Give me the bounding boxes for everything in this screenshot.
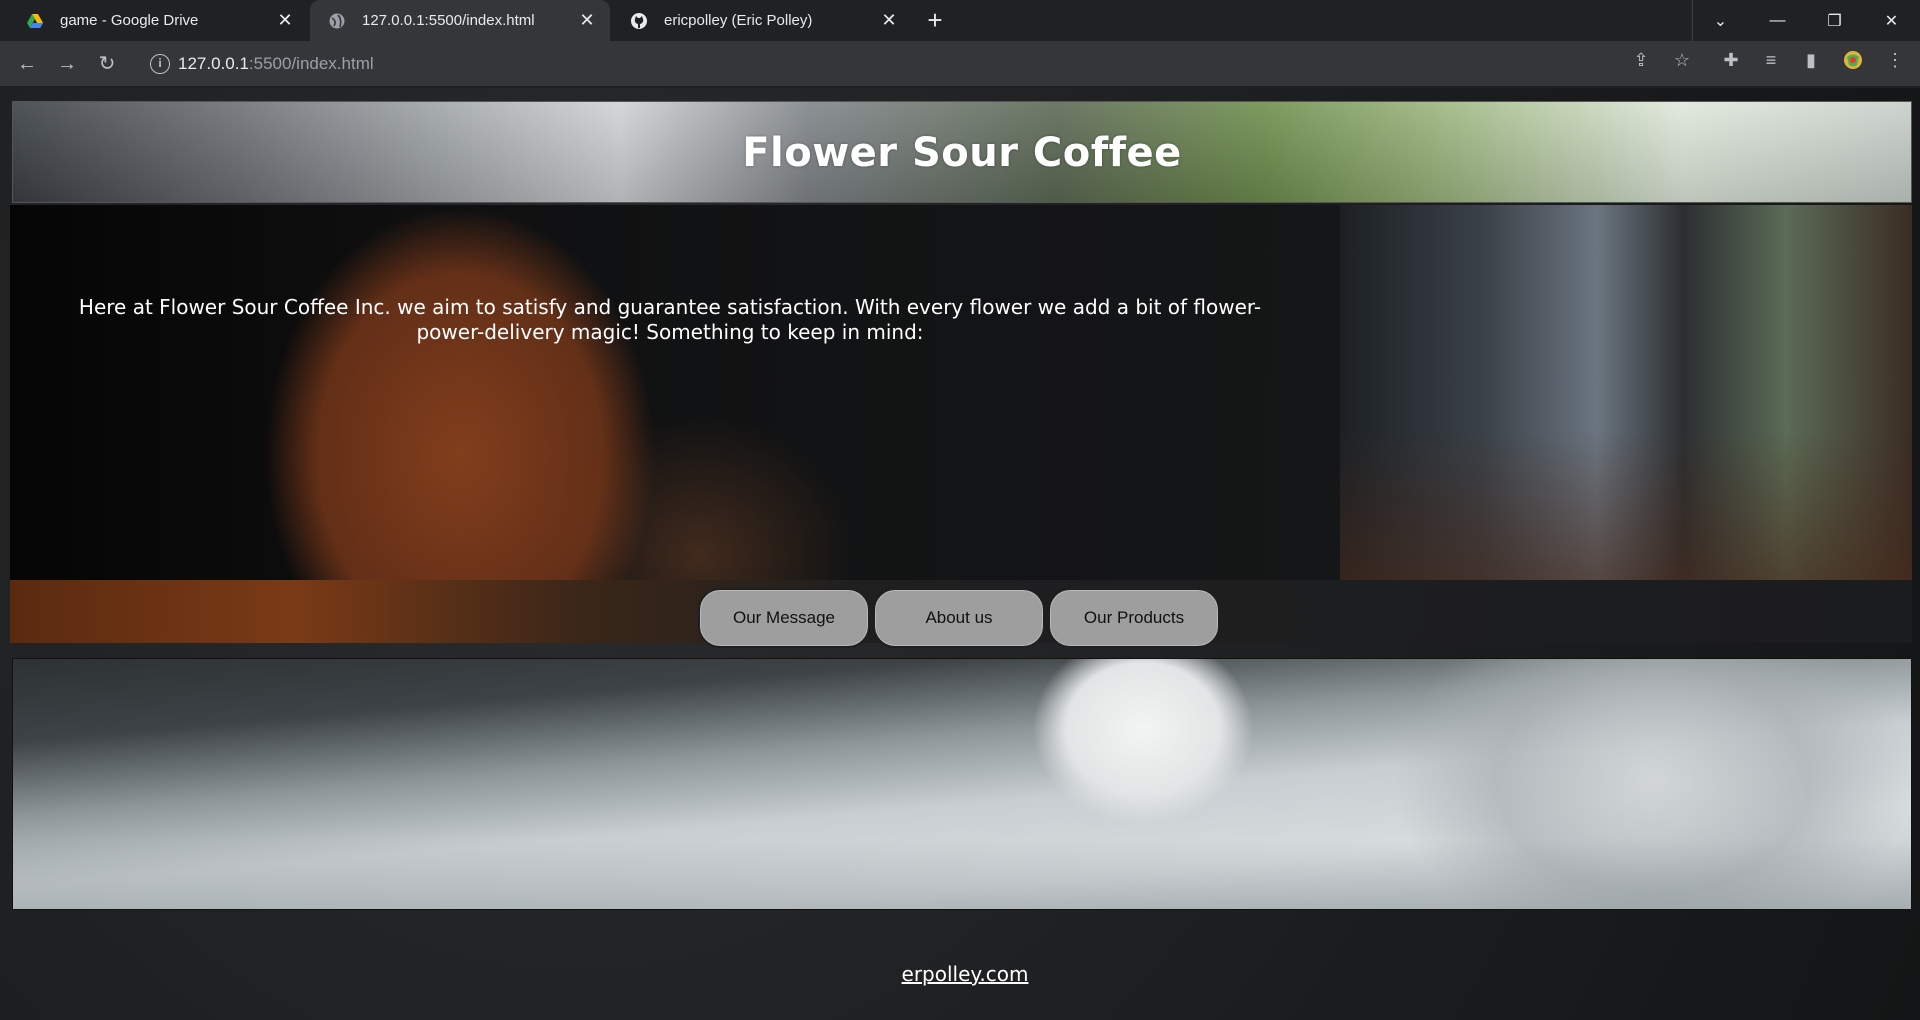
restore-icon[interactable]: ❐ bbox=[1806, 0, 1863, 41]
bookmark-star-icon[interactable]: ☆ bbox=[1671, 49, 1693, 71]
address-bar[interactable]: i 127.0.0.1:5500/index.html bbox=[140, 47, 1670, 81]
forward-arrow-icon[interactable]: → bbox=[54, 51, 80, 77]
footer-link[interactable]: erpolley.com bbox=[0, 962, 1920, 986]
close-tab-icon[interactable]: ✕ bbox=[578, 11, 596, 29]
minimize-icon[interactable]: — bbox=[1749, 0, 1806, 41]
tab-title: 127.0.0.1:5500/index.html bbox=[362, 12, 535, 29]
back-arrow-icon[interactable]: ← bbox=[14, 51, 40, 77]
close-tab-icon[interactable]: ✕ bbox=[276, 11, 294, 29]
tab-search-chevron-icon[interactable]: ⌄ bbox=[1692, 0, 1749, 41]
google-drive-icon bbox=[26, 12, 44, 30]
cafe-window-image bbox=[1340, 205, 1912, 580]
browser-tab-strip: game - Google Drive ✕ 127.0.0.1:5500/ind… bbox=[0, 0, 1920, 41]
tab-title: game - Google Drive bbox=[60, 12, 199, 29]
hero-section: Here at Flower Sour Coffee Inc. we aim t… bbox=[10, 205, 1912, 580]
globe-icon bbox=[328, 12, 346, 30]
profile-avatar-icon[interactable] bbox=[1842, 49, 1864, 71]
close-window-icon[interactable]: ✕ bbox=[1863, 0, 1920, 41]
reload-icon[interactable]: ↻ bbox=[94, 51, 120, 77]
more-menu-icon[interactable]: ⋮ bbox=[1884, 49, 1906, 71]
page-header: Flower Sour Coffee bbox=[12, 101, 1912, 203]
about-us-button[interactable]: About us bbox=[873, 588, 1045, 648]
browser-toolbar: ← → ↻ i 127.0.0.1:5500/index.html ⇪ ☆ ✚ … bbox=[0, 41, 1920, 87]
address-url[interactable]: 127.0.0.1:5500/index.html bbox=[178, 54, 374, 74]
site-info-icon[interactable]: i bbox=[150, 54, 170, 74]
side-panel-icon[interactable]: ▮ bbox=[1800, 49, 1822, 71]
new-tab-button[interactable]: + bbox=[920, 7, 950, 35]
intro-text: Here at Flower Sour Coffee Inc. we aim t… bbox=[78, 295, 1262, 344]
tab-title: ericpolley (Eric Polley) bbox=[664, 12, 813, 29]
page-title: Flower Sour Coffee bbox=[742, 130, 1182, 176]
tab-local-index[interactable]: 127.0.0.1:5500/index.html ✕ bbox=[310, 0, 610, 41]
our-products-button[interactable]: Our Products bbox=[1048, 588, 1220, 648]
page-viewport: Flower Sour Coffee Here at Flower Sour C… bbox=[0, 88, 1920, 1020]
tab-github[interactable]: ericpolley (Eric Polley) ✕ bbox=[612, 0, 912, 41]
coffee-cup-background-image bbox=[10, 205, 1340, 580]
extensions-puzzle-icon[interactable]: ✚ bbox=[1720, 49, 1742, 71]
coffee-table-banner-image bbox=[12, 658, 1912, 910]
github-icon bbox=[630, 12, 648, 30]
share-icon[interactable]: ⇪ bbox=[1630, 49, 1652, 71]
our-message-button[interactable]: Our Message bbox=[698, 588, 870, 648]
media-controls-icon[interactable]: ≡ bbox=[1760, 49, 1782, 71]
tab-google-drive[interactable]: game - Google Drive ✕ bbox=[8, 0, 308, 41]
close-tab-icon[interactable]: ✕ bbox=[880, 11, 898, 29]
